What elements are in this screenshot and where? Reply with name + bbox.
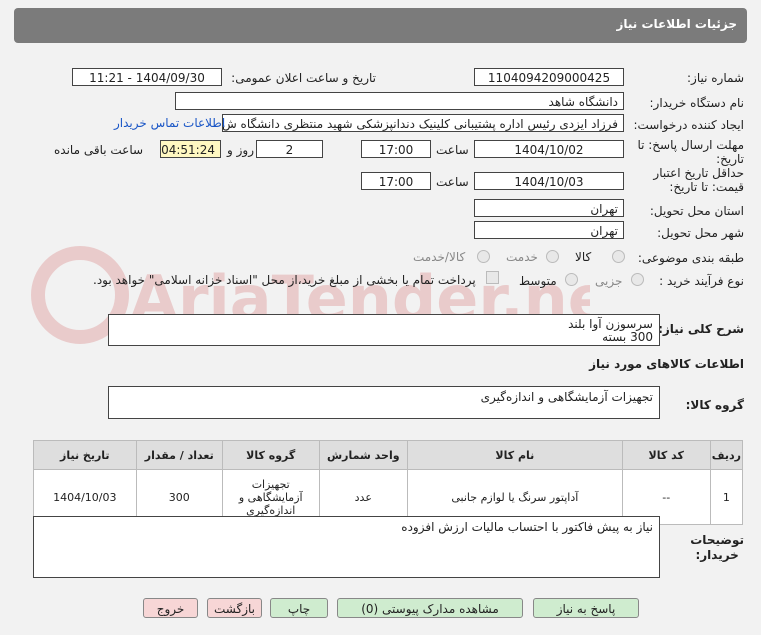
deadline-label: مهلت ارسال پاسخ: تا تاریخ: [637,138,744,166]
validity-time-label: ساعت [436,175,469,189]
cell-row-number: 1 [709,469,744,525]
city-field: تهران [474,221,624,239]
header-group: گروه کالا [221,440,320,470]
creator-label: ایجاد کننده درخواست: [633,118,744,132]
process-option-medium: متوسط [519,274,557,288]
process-radio-medium[interactable] [565,273,578,286]
category-option-goods: کالا [575,250,592,264]
notes-textarea[interactable]: نیاز به پیش فاکتور با احتساب مالیات ارزش… [33,516,660,578]
print-button[interactable]: چاپ [270,598,328,618]
buyer-org-field: دانشگاه شاهد [175,92,624,110]
category-option-goods-service: کالا/خدمت [413,250,466,264]
deadline-date-field: 1404/10/02 [474,140,624,158]
creator-field: فرزاد ایزدی رئیس اداره پشتیبانی کلینیک د… [222,114,624,132]
treasury-checkbox[interactable] [486,271,499,284]
back-button[interactable]: بازگشت [207,598,262,618]
goods-group-field: تجهیزات آزمایشگاهی و اندازه‌گیری [108,386,660,419]
announce-label: تاریخ و ساعت اعلان عمومی: [231,71,376,85]
goods-section-title: اطلاعات کالاهای مورد نیاز [589,357,744,371]
header-qty: تعداد / مقدار [135,440,223,470]
notes-label-line-1: توضیحات [690,533,744,547]
announce-field: 1404/09/30 - 11:21 [72,68,222,86]
days-field: 2 [256,140,323,158]
header-name: نام کالا [407,440,623,470]
notes-label-line-2: خریدار: [695,548,739,562]
need-number-label: شماره نیاز: [687,71,744,85]
page-title: جزئیات اطلاعات نیاز [616,17,737,31]
category-option-service: خدمت [506,250,538,264]
goods-table: ردیف کد کالا نام کالا واحد شمارش گروه کا… [33,440,744,525]
summary-line-1: سرسوزن آوا بلند [568,317,653,331]
header-code: کد کالا [621,440,711,470]
header-unit: واحد شمارش [318,440,409,470]
buyer-org-label: نام دستگاه خریدار: [649,96,745,110]
table-header-row: ردیف کد کالا نام کالا واحد شمارش گروه کا… [33,440,744,470]
province-label: استان محل تحویل: [649,204,744,218]
goods-group-label: گروه کالا: [685,398,744,412]
reply-button[interactable]: پاسخ به نیاز [533,598,639,618]
notes-label: توضیحات خریدار: [690,533,744,563]
remaining-time-field: 04:51:24 [160,140,221,158]
category-label: طبقه بندی موضوعی: [637,251,744,265]
header-date: تاریخ نیاز [33,440,137,470]
exit-button[interactable]: خروج [143,598,198,618]
province-field: تهران [474,199,624,217]
validity-label: حداقل تاریخ اعتبار قیمت: تا تاریخ: [653,166,744,194]
deadline-time-label: ساعت [436,143,469,157]
need-number-field: 1104094209000425 [474,68,624,86]
category-radio-goods[interactable] [612,250,625,263]
validity-time-field: 17:00 [361,172,431,190]
attachments-button[interactable]: مشاهده مدارک پیوستی (0) [337,598,523,618]
payment-note: پرداخت تمام یا بخشی از مبلغ خرید،از محل … [93,273,476,287]
days-label: روز و [227,143,254,157]
deadline-time-field: 17:00 [361,140,431,158]
process-label: نوع فرآیند خرید : [659,274,744,288]
contact-link[interactable]: اطلاعات تماس خریدار [114,116,225,130]
validity-date-field: 1404/10/03 [474,172,624,190]
header-row-number: ردیف [709,440,744,470]
summary-line-2: 300 بسته [602,330,653,344]
process-option-minor: جزیی [595,274,623,288]
category-radio-goods-service[interactable] [477,250,490,263]
remaining-label: ساعت باقی مانده [54,143,144,157]
summary-label: شرح کلی نیاز: [658,322,744,336]
category-radio-service[interactable] [546,250,559,263]
summary-textarea[interactable]: سرسوزن آوا بلند 300 بسته [108,314,660,346]
process-radio-minor[interactable] [631,273,644,286]
city-label: شهر محل تحویل: [657,226,744,240]
page-header: جزئیات اطلاعات نیاز [14,8,747,43]
